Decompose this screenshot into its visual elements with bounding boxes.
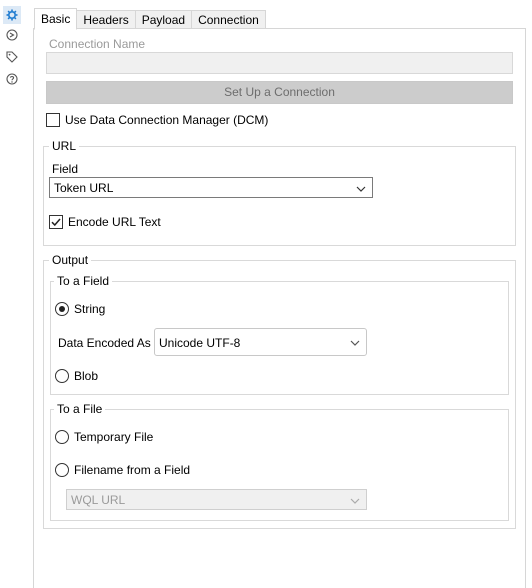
field-label: Field <box>52 162 79 176</box>
url-group-title: URL <box>49 139 80 153</box>
encoding-select[interactable]: Unicode UTF-8 <box>154 328 367 356</box>
to-field-title: To a Field <box>54 274 113 288</box>
encoding-select-value: Unicode UTF-8 <box>159 336 241 350</box>
string-radio[interactable] <box>55 302 69 316</box>
blob-radio[interactable] <box>55 369 69 383</box>
output-group-title: Output <box>49 253 92 267</box>
tab-payload[interactable]: Payload <box>134 10 193 29</box>
tab-connection[interactable]: Connection <box>191 10 266 29</box>
filename-field-value: WQL URL <box>71 493 126 507</box>
sidebar <box>0 0 26 587</box>
tag-icon[interactable] <box>5 50 19 64</box>
field-select-value: Token URL <box>54 181 114 195</box>
chevron-down-icon <box>350 329 360 357</box>
checkmark-icon <box>51 218 61 227</box>
encoded-as-label: Data Encoded As <box>58 336 151 350</box>
tab-bar: Basic Headers Payload Connection <box>34 8 266 30</box>
filename-from-field-label: Filename from a Field <box>74 463 191 477</box>
field-select[interactable]: Token URL <box>49 177 373 198</box>
tab-headers[interactable]: Headers <box>76 10 136 29</box>
tab-basic[interactable]: Basic <box>34 8 78 30</box>
temporary-file-label: Temporary File <box>74 430 154 444</box>
dcm-label: Use Data Connection Manager (DCM) <box>65 113 269 127</box>
setup-connection-button: Set Up a Connection <box>46 81 513 104</box>
connection-name-label: Connection Name <box>49 37 146 51</box>
gear-icon[interactable] <box>3 6 21 24</box>
string-label: String <box>74 302 106 316</box>
connection-name-field <box>46 52 513 74</box>
to-file-title: To a File <box>54 402 106 416</box>
blob-label: Blob <box>74 369 99 383</box>
filename-from-field-radio[interactable] <box>55 463 69 477</box>
help-icon[interactable] <box>5 72 19 86</box>
filename-field-select: WQL URL <box>66 489 367 510</box>
chevron-down-icon <box>356 178 366 199</box>
encode-url-label: Encode URL Text <box>68 215 161 229</box>
connection-icon[interactable] <box>5 28 19 42</box>
encode-url-checkbox[interactable] <box>49 215 63 229</box>
chevron-down-icon <box>350 490 360 511</box>
dcm-checkbox[interactable] <box>46 113 60 127</box>
temporary-file-radio[interactable] <box>55 430 69 444</box>
